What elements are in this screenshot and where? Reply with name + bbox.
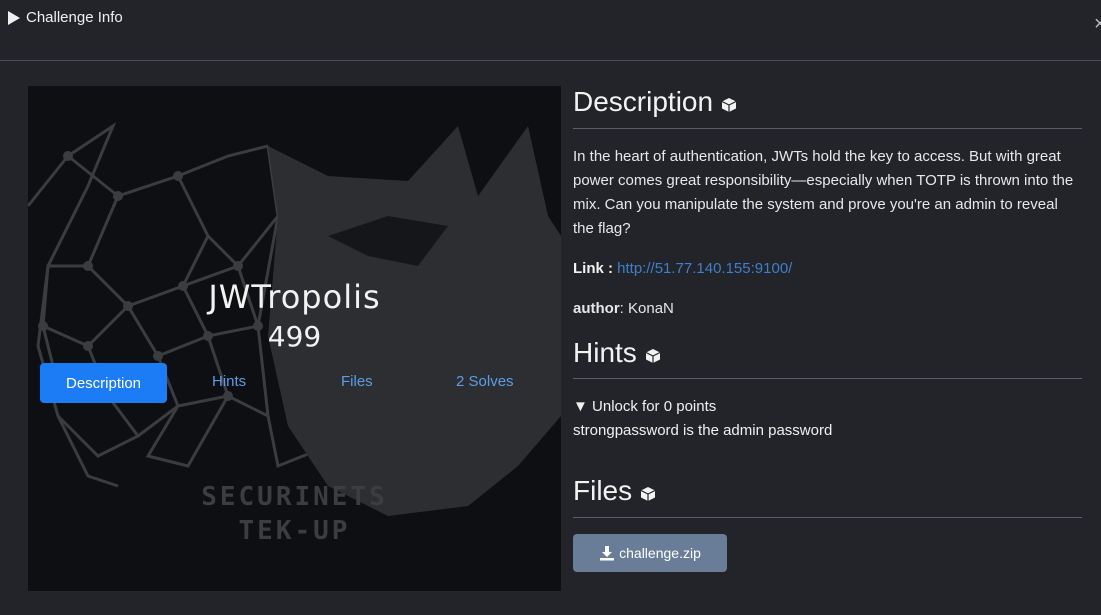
close-icon[interactable]: × bbox=[1094, 14, 1101, 34]
description-heading: Description bbox=[573, 86, 737, 118]
link-label: Link : bbox=[573, 260, 613, 277]
file-name: challenge.zip bbox=[619, 545, 701, 561]
modal-header: Challenge Info × bbox=[0, 0, 1101, 61]
caret-down-icon: ▼ bbox=[573, 398, 588, 415]
cube-icon bbox=[645, 349, 661, 363]
modal-title: Challenge Info bbox=[8, 9, 123, 26]
challenge-name: JWTropolis bbox=[208, 278, 381, 316]
challenge-link[interactable]: http://51.77.140.155:9100/ bbox=[617, 260, 792, 277]
author-row: author: KonaN bbox=[573, 300, 674, 317]
modal-title-text: Challenge Info bbox=[26, 9, 123, 26]
tab-files[interactable]: Files bbox=[341, 373, 373, 390]
tab-description[interactable]: Description bbox=[40, 363, 167, 403]
hints-heading-text: Hints bbox=[573, 337, 637, 368]
download-icon bbox=[600, 546, 615, 561]
hints-divider bbox=[573, 378, 1082, 379]
files-heading: Files bbox=[573, 475, 656, 507]
files-heading-text: Files bbox=[573, 475, 633, 506]
hint-toggle[interactable]: ▼ Unlock for 0 points bbox=[573, 398, 716, 415]
description-heading-text: Description bbox=[573, 86, 714, 117]
description-text: In the heart of authentication, JWTs hol… bbox=[573, 148, 1074, 237]
link-row: Link : http://51.77.140.155:9100/ bbox=[573, 260, 792, 277]
tab-hints[interactable]: Hints bbox=[212, 373, 246, 390]
files-divider bbox=[573, 517, 1082, 518]
hint-summary-text: Unlock for 0 points bbox=[592, 398, 717, 415]
tab-solves[interactable]: 2 Solves bbox=[456, 373, 514, 390]
challenge-points: 499 bbox=[267, 320, 322, 353]
banner-logo-line1: SECURINETS bbox=[201, 482, 388, 512]
play-icon bbox=[8, 10, 20, 25]
hint-text: strongpassword is the admin password bbox=[573, 422, 833, 439]
description-divider bbox=[573, 128, 1082, 129]
hints-heading: Hints bbox=[573, 337, 661, 369]
cube-icon bbox=[640, 487, 656, 501]
author-label: author bbox=[573, 300, 620, 317]
cube-icon bbox=[721, 98, 737, 112]
download-file-button[interactable]: challenge.zip bbox=[573, 534, 727, 572]
author-name: : KonaN bbox=[619, 300, 674, 317]
banner-logo-line2: TEK-UP bbox=[238, 516, 351, 546]
challenge-banner: SECURINETS TEK-UP JWTropolis 499 Descrip… bbox=[28, 86, 561, 591]
